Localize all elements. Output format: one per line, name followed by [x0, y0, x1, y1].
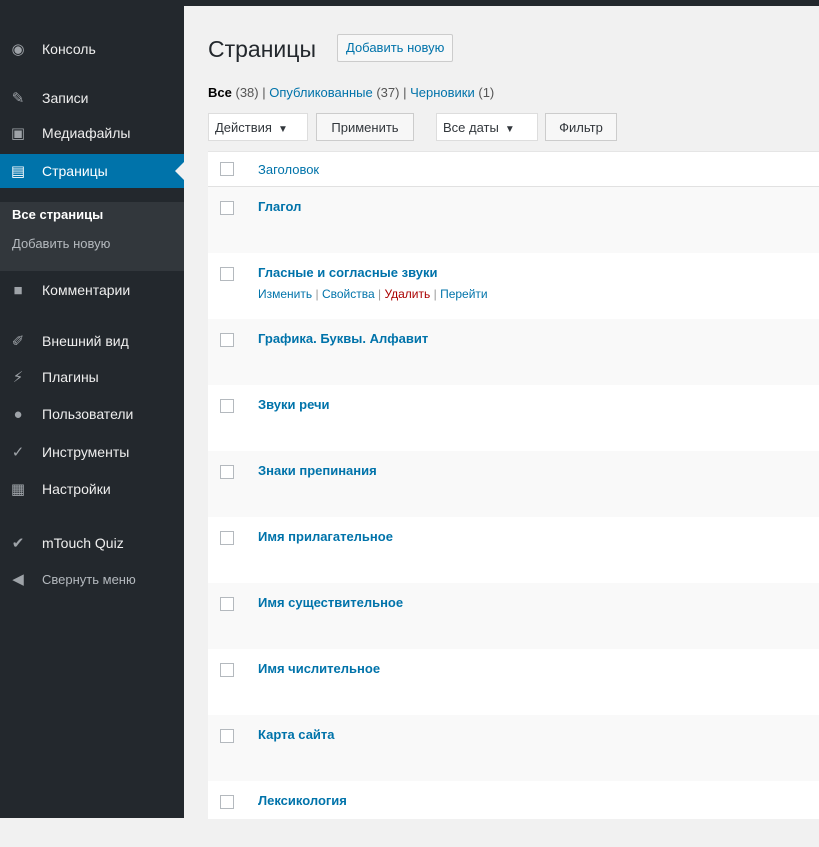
status-filters: Все (38) | Опубликованные (37) | Чернови… — [208, 85, 495, 100]
check-icon: ✔ — [11, 535, 25, 552]
page-title-link[interactable]: Имя существительное — [258, 595, 403, 610]
column-title-header[interactable]: Заголовок — [258, 162, 319, 177]
date-filter-select[interactable]: Все даты ▼ — [436, 113, 538, 141]
page-title-link[interactable]: Гласные и согласные звуки — [258, 265, 437, 280]
filter-published-count: (37) — [376, 85, 400, 100]
plugin-icon: ⚡ — [12, 369, 24, 386]
collapse-menu-button[interactable]: ◀ Свернуть меню — [0, 562, 184, 596]
menu-item-plugins[interactable]: ⚡ Плагины — [0, 360, 184, 394]
menu-item-appearance[interactable]: ✐ Внешний вид — [0, 324, 184, 358]
collapse-icon: ◀ — [12, 571, 24, 588]
apply-button[interactable]: Применить — [316, 113, 414, 141]
page-title-link[interactable]: Лексикология — [258, 793, 347, 808]
row-checkbox[interactable] — [220, 795, 234, 809]
comment-icon: ■ — [13, 281, 23, 299]
appearance-icon: ✐ — [11, 333, 25, 350]
table-row: Лексикология — [208, 781, 819, 847]
table-row: Звуки речи — [208, 385, 819, 451]
row-checkbox[interactable] — [220, 597, 234, 611]
page-title-link[interactable]: Имя прилагательное — [258, 529, 393, 544]
menu-item-media[interactable]: ▣ Медиафайлы — [0, 116, 184, 150]
bulk-actions-select[interactable]: Действия ▼ — [208, 113, 308, 141]
filter-drafts-count: (1) — [478, 85, 495, 100]
dropdown-arrow-icon: ▼ — [277, 124, 288, 135]
quick-edit-link[interactable]: Свойства — [322, 287, 375, 301]
pages-table: Заголовок Глагол Гласные и согласные зву… — [208, 151, 819, 819]
page-title-link[interactable]: Графика. Буквы. Алфавит — [258, 331, 428, 346]
menu-item-users[interactable]: ● Пользователи — [0, 397, 184, 431]
menu-item-console[interactable]: ◉ Консоль — [0, 32, 184, 66]
menu-item-pages[interactable]: ▤ Страницы — [0, 154, 184, 188]
add-new-button[interactable]: Добавить новую — [337, 34, 454, 62]
row-checkbox[interactable] — [220, 729, 234, 743]
table-row: Знаки препинания — [208, 451, 819, 517]
table-row: Глагол — [208, 187, 819, 253]
select-all-checkbox[interactable] — [220, 162, 234, 176]
edit-link[interactable]: Изменить — [258, 287, 312, 301]
tools-icon: ✓ — [11, 444, 25, 461]
menu-item-settings[interactable]: ▦ Настройки — [0, 472, 184, 506]
users-icon: ● — [13, 405, 23, 423]
filter-button[interactable]: Фильтр — [545, 113, 617, 141]
menu-item-mtouch-quiz[interactable]: ✔ mTouch Quiz — [0, 526, 184, 560]
table-row: Гласные и согласные звуки Изменить | Сво… — [208, 253, 819, 319]
table-row: Имя числительное — [208, 649, 819, 715]
table-row: Графика. Буквы. Алфавит — [208, 319, 819, 385]
view-link[interactable]: Перейти — [440, 287, 488, 301]
table-header: Заголовок — [208, 152, 819, 187]
row-checkbox[interactable] — [220, 465, 234, 479]
filter-all-count: (38) — [235, 85, 259, 100]
page-title-link[interactable]: Глагол — [258, 199, 301, 214]
menu-item-tools[interactable]: ✓ Инструменты — [0, 435, 184, 469]
filter-drafts[interactable]: Черновики — [410, 85, 475, 100]
row-checkbox[interactable] — [220, 531, 234, 545]
table-row: Карта сайта — [208, 715, 819, 781]
pages-icon: ▤ — [10, 163, 26, 180]
pin-icon: ✎ — [11, 90, 25, 107]
delete-link[interactable]: Удалить — [384, 287, 430, 301]
submenu-all-pages[interactable]: Все страницы — [12, 207, 103, 222]
dropdown-arrow-icon: ▼ — [504, 124, 515, 135]
menu-item-comments[interactable]: ■ Комментарии — [0, 273, 184, 307]
admin-sidebar: ◉ Консоль ✎ Записи ▣ Медиафайлы ▤ Страницы В… — [0, 6, 184, 818]
page-title-link[interactable]: Знаки препинания — [258, 463, 377, 478]
filter-published[interactable]: Опубликованные — [269, 85, 373, 100]
submenu-add-new[interactable]: Добавить новую — [12, 236, 110, 251]
row-checkbox[interactable] — [220, 267, 234, 281]
pages-submenu: Все страницы Добавить новую — [0, 202, 184, 271]
media-icon: ▣ — [10, 125, 26, 142]
date-filter-label: Все даты — [443, 120, 499, 135]
table-row: Имя прилагательное — [208, 517, 819, 583]
row-checkbox[interactable] — [220, 399, 234, 413]
page-title: Страницы — [208, 36, 316, 62]
menu-item-posts[interactable]: ✎ Записи — [0, 81, 184, 115]
settings-icon: ▦ — [10, 481, 26, 498]
row-checkbox[interactable] — [220, 663, 234, 677]
bulk-actions-label: Действия — [215, 120, 272, 135]
dashboard-icon: ◉ — [11, 41, 25, 58]
row-actions: Изменить | Свойства | Удалить | Перейти — [258, 287, 488, 301]
table-row: Имя существительное — [208, 583, 819, 649]
page-title-link[interactable]: Звуки речи — [258, 397, 330, 412]
row-checkbox[interactable] — [220, 333, 234, 347]
page-title-link[interactable]: Имя числительное — [258, 661, 380, 676]
filter-all[interactable]: Все — [208, 85, 232, 100]
row-checkbox[interactable] — [220, 201, 234, 215]
page-title-link[interactable]: Карта сайта — [258, 727, 335, 742]
main-content: Страницы Добавить новую Все (38) | Опубл… — [184, 6, 819, 819]
